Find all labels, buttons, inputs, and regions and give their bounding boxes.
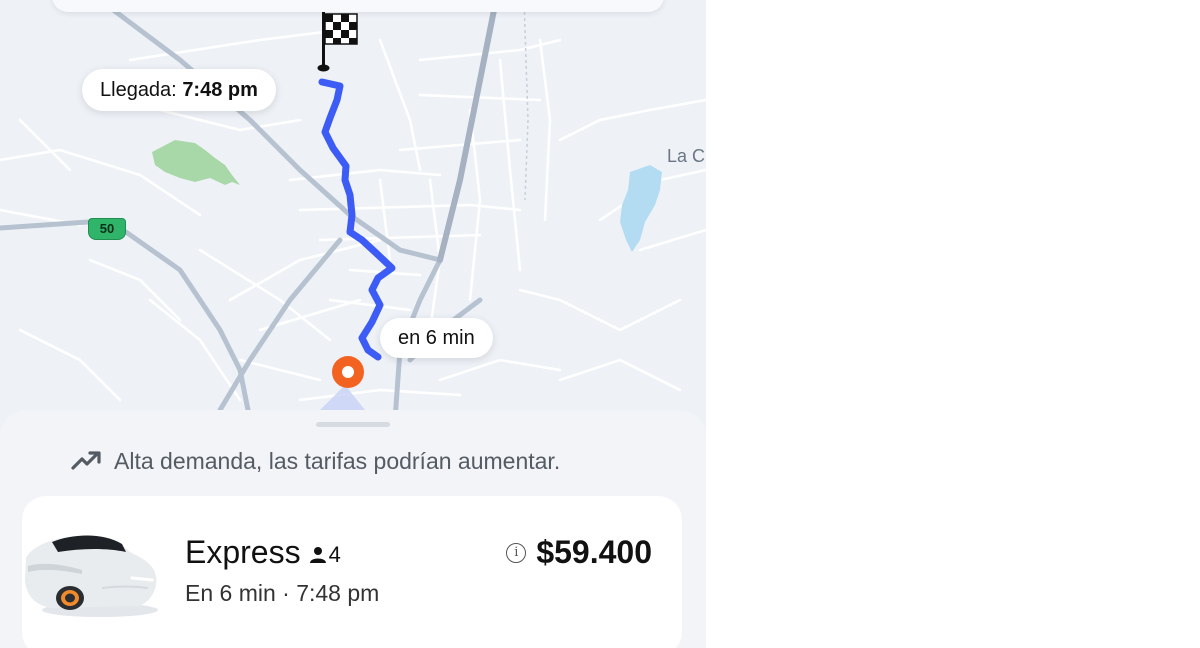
ride-name: Express <box>185 534 301 570</box>
bottom-sheet[interactable]: Alta demanda, las tarifas podrían aument… <box>0 410 706 648</box>
arrival-label: Llegada: <box>100 79 177 101</box>
map-view[interactable]: 50 La C Llegada: 7:48 pm en 6 min <box>0 0 706 440</box>
place-label: La C <box>667 146 706 166</box>
trending-up-icon <box>71 451 101 470</box>
phone-screen: 50 La C Llegada: 7:48 pm en 6 min Alta d… <box>0 0 706 648</box>
surge-text: Alta demanda, las tarifas podrían aument… <box>114 447 561 474</box>
arrival-time-pill: Llegada: 7:48 pm <box>82 69 276 111</box>
seat-capacity: 4 <box>309 542 341 568</box>
top-panel-edge <box>52 0 664 12</box>
price-area: i $59.400 <box>506 534 652 571</box>
ride-option-express[interactable]: Express 4 En 6 min · 7:48 pm i $59.400 <box>22 496 682 648</box>
car-image <box>25 535 158 617</box>
route-shield: 50 <box>88 218 126 240</box>
arrival-time: 7:48 pm <box>182 79 258 101</box>
ride-price: $59.400 <box>536 534 652 570</box>
sheet-drag-handle[interactable] <box>316 422 390 427</box>
pickup-eta-pill: en 6 min <box>380 318 493 358</box>
seat-count: 4 <box>328 541 341 567</box>
ride-eta: En 6 min · 7:48 pm <box>185 580 380 606</box>
surge-notice: Alta demanda, las tarifas podrían aument… <box>70 446 560 476</box>
pickup-pin-icon <box>332 356 364 388</box>
checkered-flag-icon <box>317 12 358 72</box>
ride-title: Express 4 <box>185 534 341 571</box>
person-icon <box>309 546 326 563</box>
info-icon[interactable]: i <box>506 542 527 563</box>
